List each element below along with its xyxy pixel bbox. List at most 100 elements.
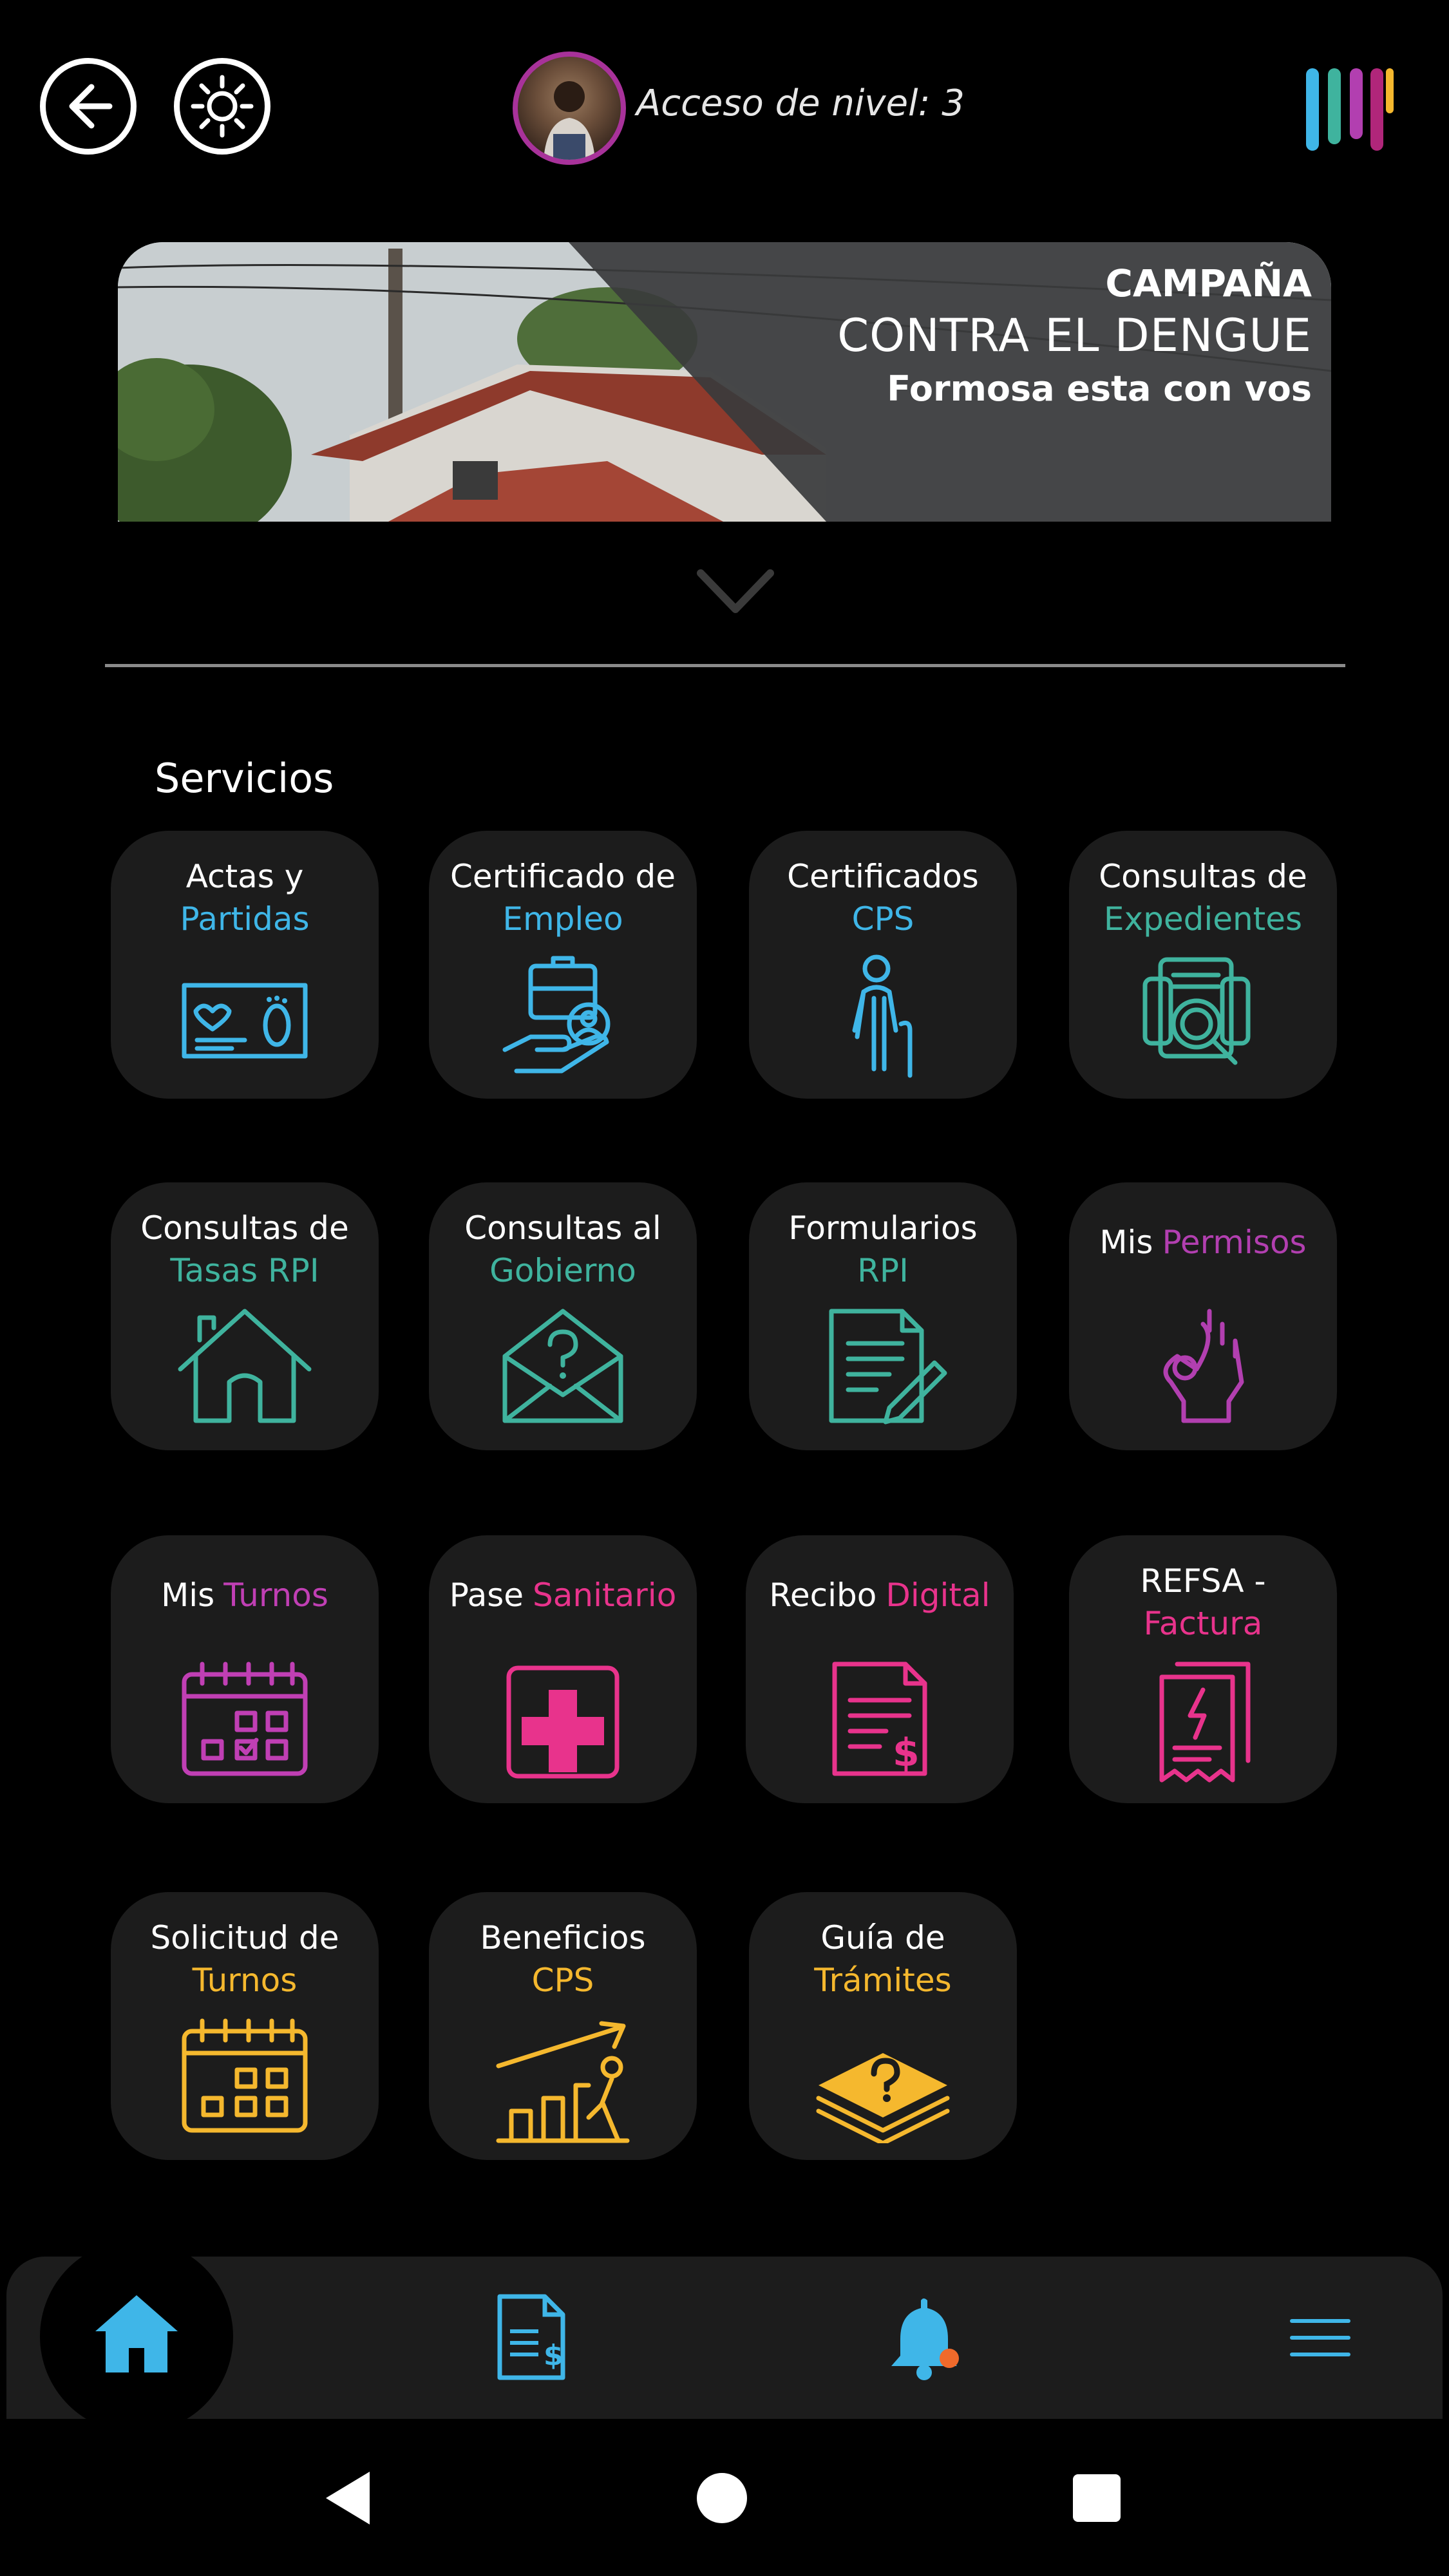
service-title-line1: Pase xyxy=(449,1577,524,1614)
calendar-check-icon xyxy=(182,1662,308,1776)
service-title: Mis Permisos xyxy=(1069,1221,1337,1264)
service-title-line1: Beneficios xyxy=(480,1919,646,1956)
growth-chart-icon xyxy=(496,2021,630,2143)
section-divider xyxy=(105,664,1345,667)
sun-icon xyxy=(191,75,254,138)
service-title: Certificado de Empleo xyxy=(429,855,697,940)
banner-tagline: Formosa esta con vos xyxy=(887,368,1312,409)
banner-subtitle: CONTRA EL DENGUE xyxy=(837,309,1312,362)
service-tile-10[interactable]: Pase Sanitario xyxy=(429,1535,697,1803)
service-title-line2: Factura xyxy=(1143,1605,1263,1642)
service-title: Beneficios CPS xyxy=(429,1917,697,2002)
avatar-photo xyxy=(544,81,595,160)
receipt-dollar-icon: $ xyxy=(832,1662,927,1776)
service-title: Mis Turnos xyxy=(111,1574,379,1616)
app-logo xyxy=(1303,64,1394,155)
service-title: Consultas de Expedientes xyxy=(1069,855,1337,940)
campaign-banner[interactable]: CAMPAÑA CONTRA EL DENGUE Formosa esta co… xyxy=(118,242,1331,522)
service-title-line2: Turnos xyxy=(192,1962,298,1999)
birth-certificate-icon xyxy=(182,983,308,1059)
service-title-line1: Mis xyxy=(1099,1224,1153,1261)
service-title-line1: Recibo xyxy=(769,1577,877,1614)
service-title-line1: Consultas de xyxy=(1099,858,1307,895)
service-title-line2: Sanitario xyxy=(533,1577,677,1614)
service-title: Solicitud de Turnos xyxy=(111,1917,379,2002)
service-tile-4[interactable]: Consultas de Expedientes xyxy=(1069,831,1337,1099)
service-title: REFSA - Factura xyxy=(1069,1560,1337,1645)
service-title: Guía de Trámites xyxy=(749,1917,1017,2002)
service-title: Actas y Partidas xyxy=(111,855,379,940)
service-title-line1: Certificado de xyxy=(450,858,676,895)
service-tile-13[interactable]: Solicitud de Turnos xyxy=(111,1892,379,2160)
service-title: Formularios RPI xyxy=(749,1207,1017,1292)
service-tile-15[interactable]: Guía de Trámites xyxy=(749,1892,1017,2160)
back-triangle-icon[interactable] xyxy=(322,2469,374,2527)
service-title-line1: Mis xyxy=(161,1577,215,1614)
service-tile-12[interactable]: REFSA - Factura xyxy=(1069,1535,1337,1803)
service-title-line2: CPS xyxy=(851,900,914,938)
home-nav-button[interactable] xyxy=(40,2240,233,2433)
service-tile-5[interactable]: Consultas de Tasas RPI xyxy=(111,1182,379,1450)
service-title-line2: Partidas xyxy=(180,900,310,938)
service-tile-11[interactable]: Recibo Digital $ xyxy=(746,1535,1014,1803)
service-title-line2: Digital xyxy=(886,1577,990,1614)
calendar-icon xyxy=(182,2018,308,2133)
document-search-icon xyxy=(1142,957,1251,1065)
service-title-line1: Formularios xyxy=(788,1209,978,1247)
service-tile-2[interactable]: Certificado de Empleo xyxy=(429,831,697,1099)
service-title-line1: Certificados xyxy=(787,858,979,895)
elderly-person-icon xyxy=(852,954,913,1078)
service-tile-8[interactable]: Mis Permisos xyxy=(1069,1182,1337,1450)
back-button[interactable] xyxy=(40,58,137,155)
service-title-line2: Tasas RPI xyxy=(170,1252,319,1289)
service-title-line1: REFSA - xyxy=(1140,1562,1266,1600)
medical-cross-icon xyxy=(506,1665,620,1779)
svg-text:$: $ xyxy=(893,1730,920,1776)
envelope-question-icon xyxy=(502,1309,623,1423)
bills-nav-button[interactable]: $ xyxy=(487,2293,571,2383)
service-tile-6[interactable]: Consultas al Gobierno xyxy=(429,1182,697,1450)
access-level-label: Acceso de nivel: 3 xyxy=(636,82,965,124)
service-title: Recibo Digital xyxy=(746,1574,1014,1616)
service-title-line2: Trámites xyxy=(814,1962,952,1999)
home-icon xyxy=(95,2295,178,2372)
service-title-line1: Consultas de xyxy=(140,1209,349,1247)
stack-question-icon xyxy=(816,2053,950,2143)
service-title-line2: RPI xyxy=(857,1252,909,1289)
expand-chevron-button[interactable] xyxy=(696,567,775,621)
employment-hand-icon xyxy=(502,956,611,1074)
service-title: Consultas al Gobierno xyxy=(429,1207,697,1292)
menu-nav-button[interactable] xyxy=(1288,2312,1352,2363)
hamburger-menu-icon xyxy=(1290,2319,1350,2356)
service-title-line1: Solicitud de xyxy=(150,1919,339,1956)
system-navigation-bar xyxy=(0,2419,1449,2576)
house-icon xyxy=(178,1309,312,1423)
service-tile-1[interactable]: Actas y Partidas xyxy=(111,831,379,1099)
service-title-line1: Consultas al xyxy=(464,1209,661,1247)
service-title-line2: CPS xyxy=(531,1962,594,1999)
service-title-line2: Turnos xyxy=(223,1577,328,1614)
service-tile-7[interactable]: Formularios RPI xyxy=(749,1182,1017,1450)
form-pencil-icon xyxy=(829,1309,947,1425)
service-tile-14[interactable]: Beneficios CPS xyxy=(429,1892,697,2160)
chevron-down-icon xyxy=(697,569,774,613)
service-tile-9[interactable]: Mis Turnos xyxy=(111,1535,379,1803)
bill-icon: $ xyxy=(497,2294,565,2380)
notifications-nav-button[interactable] xyxy=(884,2294,967,2384)
theme-toggle-button[interactable] xyxy=(174,58,270,155)
service-title-line2: Empleo xyxy=(502,900,623,938)
bell-icon xyxy=(891,2298,959,2380)
recents-square-icon[interactable] xyxy=(1072,2473,1122,2523)
service-title-line2: Expedientes xyxy=(1103,900,1303,938)
services-title: Servicios xyxy=(155,755,334,802)
service-title: Pase Sanitario xyxy=(429,1574,697,1616)
service-tile-3[interactable]: Certificados CPS xyxy=(749,831,1017,1099)
svg-text:$: $ xyxy=(544,2339,564,2372)
service-title-line1: Actas y xyxy=(185,858,304,895)
service-title: Consultas de Tasas RPI xyxy=(111,1207,379,1292)
avatar[interactable] xyxy=(513,52,626,165)
home-circle-icon[interactable] xyxy=(696,2472,748,2524)
service-title-line2: Permisos xyxy=(1162,1224,1307,1261)
service-title: Certificados CPS xyxy=(749,855,1017,940)
banner-title: CAMPAÑA xyxy=(1105,261,1312,305)
